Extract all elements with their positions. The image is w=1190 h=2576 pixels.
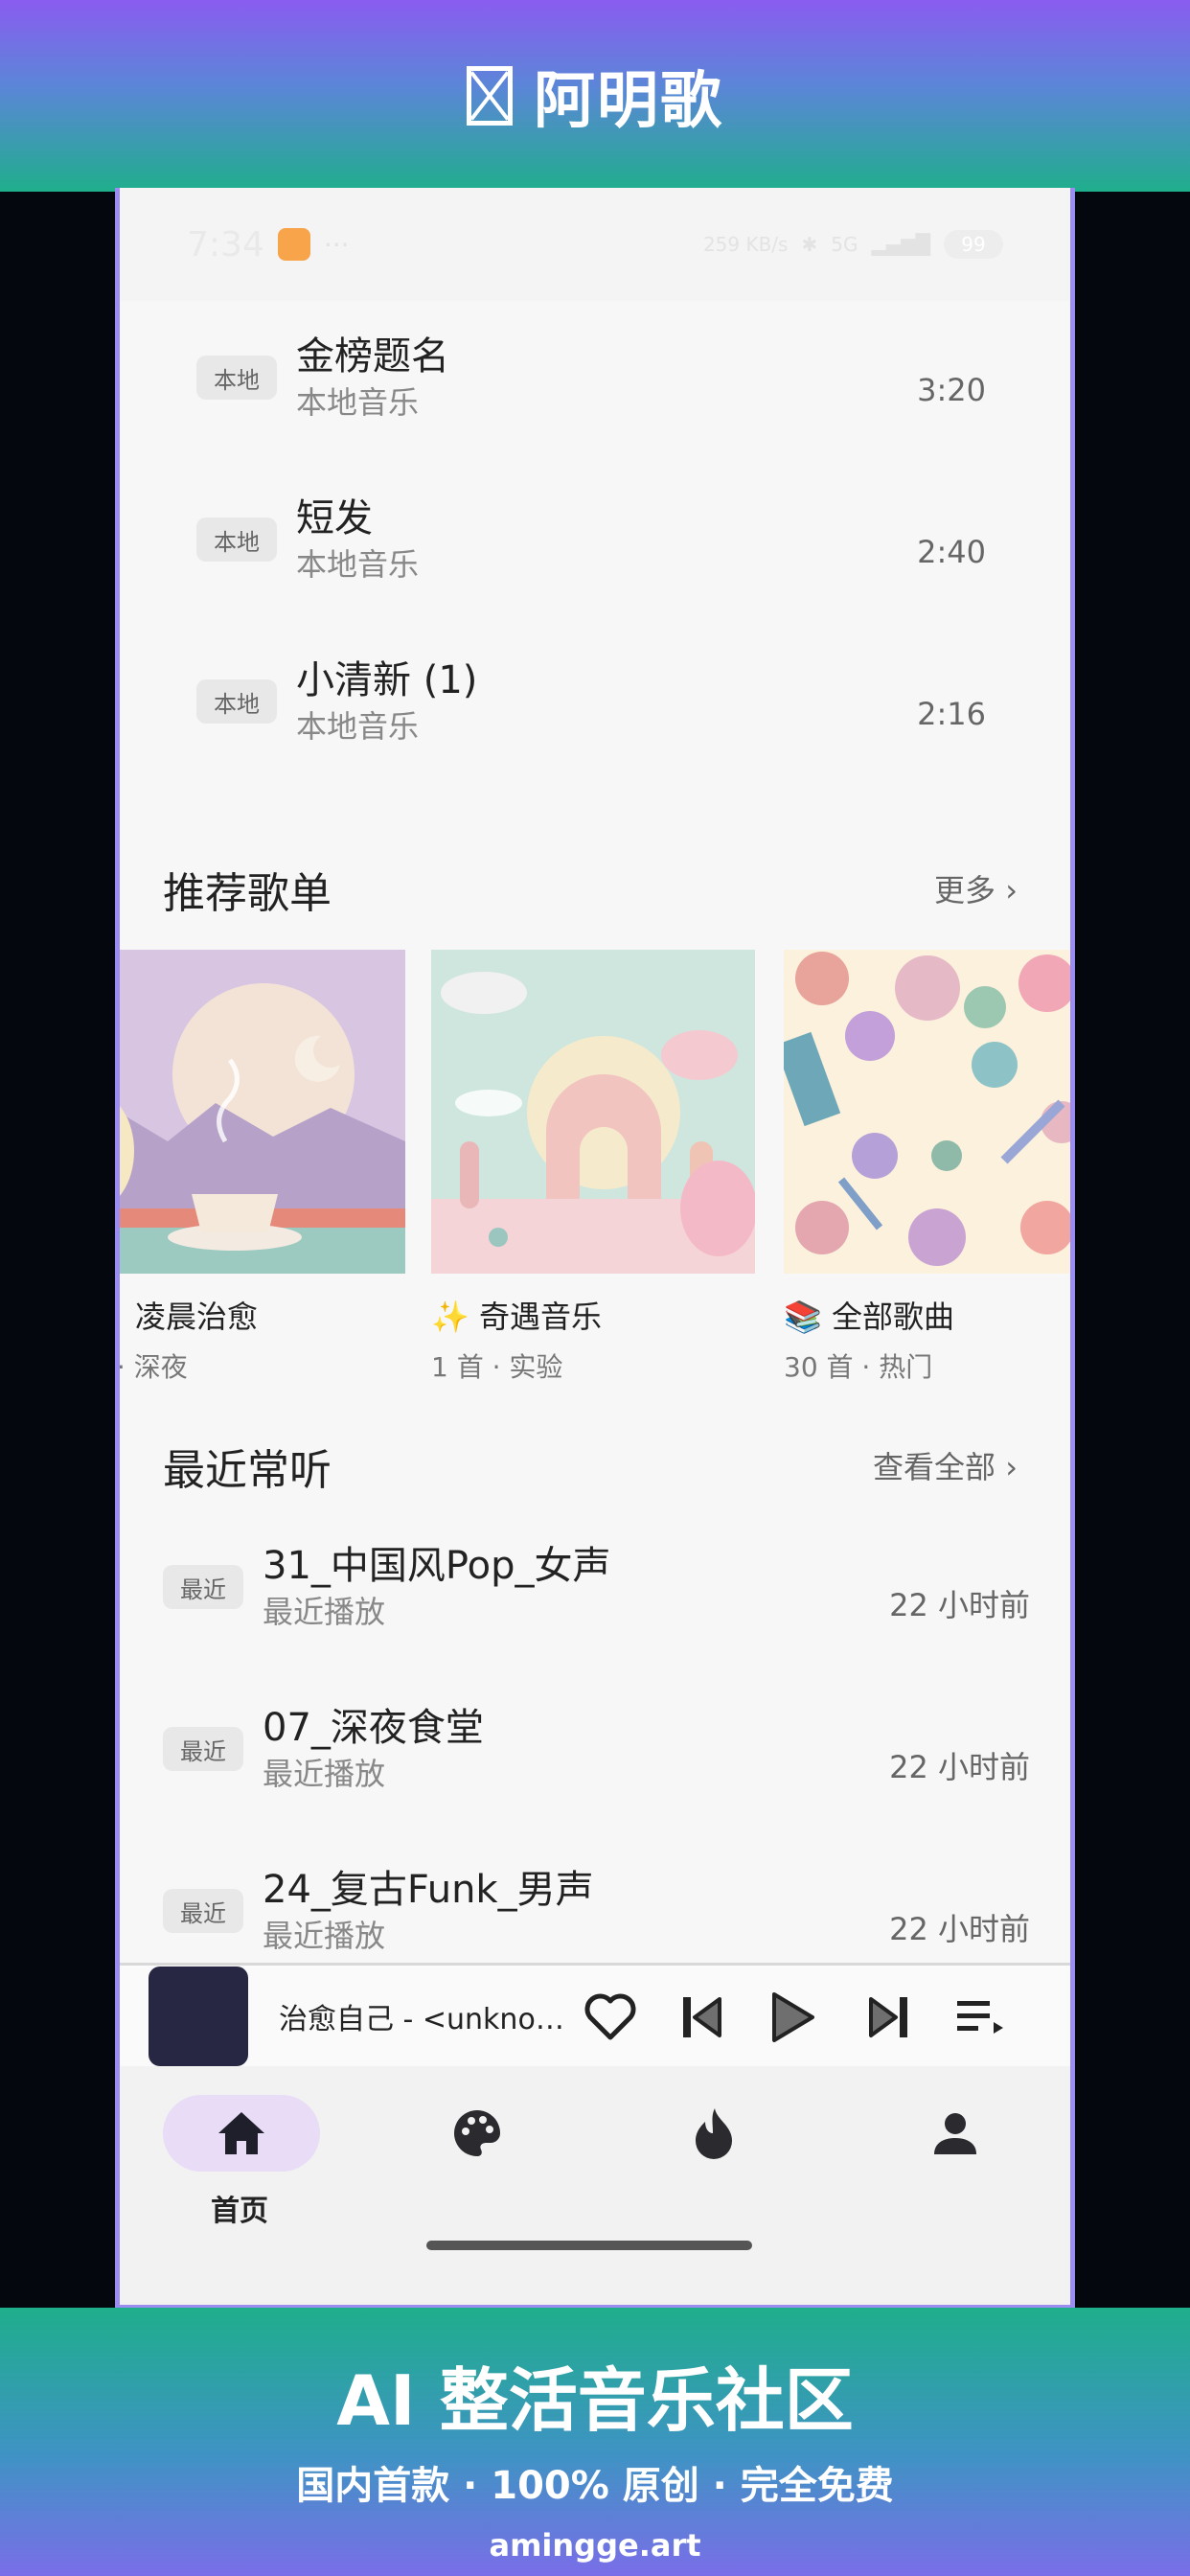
nav-item-trending[interactable] <box>635 2095 789 2172</box>
recent-song-title: 07_深夜食堂 <box>263 1706 484 1750</box>
next-track-icon[interactable] <box>859 1989 917 2046</box>
nav-item-home[interactable]: 首页 <box>163 2095 320 2229</box>
recent-tag: 最近 <box>163 1889 243 1933</box>
banner-domain: amingge.art <box>489 2527 701 2564</box>
song-duration: 2:16 <box>917 696 986 732</box>
mini-player[interactable]: 治愈自己 - <unknown> <box>120 1963 1070 2066</box>
top-banner: 阿明歌 <box>0 0 1190 192</box>
list-item[interactable]: 最近 31_中国风Pop_女声 最近播放 <box>163 1541 987 1633</box>
logo-icon <box>467 66 513 126</box>
song-subtitle: 本地音乐 <box>296 546 420 583</box>
album-cover[interactable] <box>149 1966 248 2066</box>
bluetooth-icon: ✱ <box>801 233 818 256</box>
song-duration: 3:20 <box>917 372 986 408</box>
home-icon <box>163 2095 320 2172</box>
recent-song-subtitle: 最近播放 <box>263 1756 386 1792</box>
recent-song-title: 24_复古Funk_男声 <box>263 1868 594 1912</box>
recent-tag: 最近 <box>163 1727 243 1771</box>
person-icon <box>877 2095 1034 2172</box>
playlist-cover-image <box>120 950 405 1274</box>
list-item[interactable]: 本地 金榜题名 本地音乐 <box>196 332 1020 424</box>
now-playing-title[interactable]: 治愈自己 - <unknown> <box>279 1995 576 2037</box>
playlist-subtitle: 首 · 深夜 <box>116 1351 188 1383</box>
playlist-title: 凌晨治愈 <box>135 1299 259 1335</box>
signal-bars-icon: ▂▄▆█ <box>871 233 930 256</box>
recent-song-title: 31_中国风Pop_女声 <box>263 1544 611 1588</box>
song-title: 小清新 (1) <box>296 658 478 702</box>
nav-item-profile[interactable] <box>877 2095 1030 2172</box>
playlist-title: 📚 全部歌曲 <box>784 1299 955 1335</box>
playlist-carousel[interactable]: 凌晨治愈 首 · 深夜 ✨ 奇遇音乐 <box>120 950 1070 1400</box>
playlist-card[interactable]: ✨ 奇遇音乐 1 首 · 实验 <box>431 950 755 1385</box>
song-title: 短发 <box>296 496 373 540</box>
notification-app-icon <box>277 228 310 261</box>
play-icon[interactable] <box>764 1989 821 2046</box>
playlist-queue-icon[interactable] <box>951 1989 1009 2046</box>
nav-home-label: 首页 <box>211 2195 268 2228</box>
recommended-more-link[interactable]: 更多 › <box>934 866 1018 910</box>
bottom-banner: AI 整活音乐社区 国内首款 · 100% 原创 · 完全免费 amingge.… <box>0 2308 1190 2576</box>
list-item[interactable]: 最近 24_复古Funk_男声 最近播放 <box>163 1865 987 1957</box>
playlist-cover-image <box>431 950 755 1274</box>
song-subtitle: 本地音乐 <box>296 384 420 421</box>
song-tag: 本地 <box>196 679 277 724</box>
bottom-navigation: 首页 <box>120 2066 1070 2305</box>
app-name: 阿明歌 <box>534 66 723 137</box>
banner-tagline: AI 整活音乐社区 <box>336 2360 854 2441</box>
net-speed: 259 KB/s <box>702 233 789 256</box>
recent-tag: 最近 <box>163 1565 243 1609</box>
signal-label: 5G <box>831 233 858 256</box>
playlist-card[interactable]: 📚 全部歌曲 30 首 · 热门 <box>784 950 1070 1385</box>
playlist-card[interactable]: 凌晨治愈 首 · 深夜 <box>116 950 405 1385</box>
recent-view-all-link[interactable]: 查看全部 › <box>873 1443 1018 1487</box>
recommended-title: 推荐歌单 <box>163 869 332 918</box>
list-item[interactable]: 本地 短发 本地音乐 <box>196 494 1020 586</box>
palette-icon <box>399 2095 556 2172</box>
song-duration: 2:40 <box>917 534 986 570</box>
previous-track-icon[interactable] <box>674 1989 731 2046</box>
list-item[interactable]: 本地 小清新 (1) 本地音乐 <box>196 656 1020 748</box>
list-item[interactable]: 最近 07_深夜食堂 最近播放 <box>163 1703 987 1795</box>
song-tag: 本地 <box>196 518 277 562</box>
recent-song-subtitle: 最近播放 <box>263 1918 386 1954</box>
home-indicator[interactable] <box>426 2241 752 2250</box>
playlist-cover-image <box>784 950 1070 1274</box>
flame-icon <box>635 2095 792 2172</box>
status-time: 7:34 <box>187 224 264 264</box>
song-title: 金榜题名 <box>296 334 449 379</box>
heart-icon[interactable] <box>582 1989 639 2046</box>
phone-screen: 7:34 ··· 259 KB/s ✱ 5G ▂▄▆█ 99 本地 金榜题名 本… <box>115 188 1075 2310</box>
battery-icon: 99 <box>944 230 1003 259</box>
recent-played-time: 22 小时前 <box>889 1749 1030 1785</box>
playlist-subtitle: 30 首 · 热门 <box>784 1351 933 1383</box>
song-tag: 本地 <box>196 356 277 400</box>
song-subtitle: 本地音乐 <box>296 708 420 745</box>
status-indicators: 259 KB/s ✱ 5G ▂▄▆█ 99 <box>703 230 1003 259</box>
recent-played-time: 22 小时前 <box>889 1911 1030 1947</box>
recent-played-time: 22 小时前 <box>889 1587 1030 1623</box>
recent-song-subtitle: 最近播放 <box>263 1594 386 1630</box>
playlist-title: ✨ 奇遇音乐 <box>431 1299 603 1335</box>
playlist-subtitle: 1 首 · 实验 <box>431 1351 563 1383</box>
banner-subtagline: 国内首款 · 100% 原创 · 完全免费 <box>296 2464 894 2508</box>
status-bar: 7:34 ··· 259 KB/s ✱ 5G ▂▄▆█ 99 <box>120 188 1070 301</box>
more-notifications-icon: ··· <box>323 228 350 261</box>
recent-title: 最近常听 <box>163 1446 332 1495</box>
nav-item-explore[interactable] <box>399 2095 552 2172</box>
